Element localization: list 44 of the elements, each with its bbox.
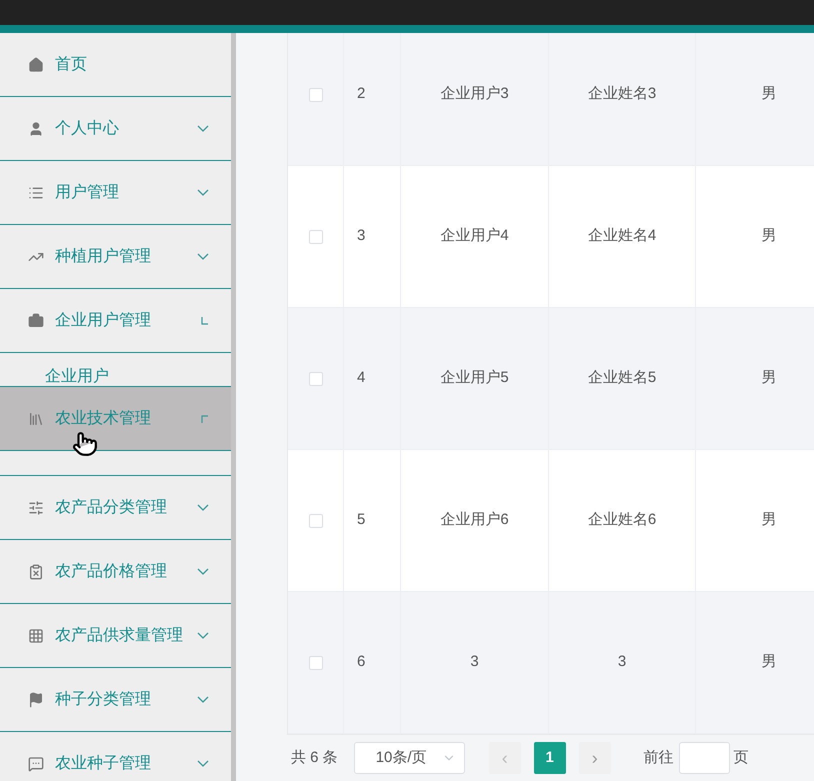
row-checkbox[interactable] xyxy=(308,230,322,244)
table-cell-text: 男 xyxy=(762,652,776,672)
table-cell-text: 企业用户3 xyxy=(440,84,509,104)
submenu-item[interactable]: 企业用户 xyxy=(45,368,109,386)
total-count: 共 6 条 xyxy=(291,748,338,768)
table-cell-text: 3 xyxy=(357,226,366,246)
grid-icon xyxy=(28,628,44,644)
row-checkbox[interactable] xyxy=(308,514,322,528)
flag-icon xyxy=(28,692,44,708)
table-cell-text: 男 xyxy=(762,226,776,246)
table-cell-text: 男 xyxy=(762,368,776,388)
page-button[interactable]: 1 xyxy=(534,742,566,774)
row-checkbox[interactable] xyxy=(308,372,322,386)
table-cell-text: 男 xyxy=(762,510,776,530)
table-cell-text: 4 xyxy=(357,368,366,388)
sliders-icon xyxy=(28,500,44,516)
list-icon xyxy=(28,184,44,200)
goto-suffix: 页 xyxy=(734,748,749,768)
row-checkbox[interactable] xyxy=(308,656,322,670)
home-icon xyxy=(28,56,44,72)
table-cell-text: 6 xyxy=(357,652,366,672)
table-cell-text: 企业姓名6 xyxy=(588,510,656,530)
table-cell-text: 企业用户5 xyxy=(440,368,509,388)
row-checkbox[interactable] xyxy=(308,88,322,102)
table-cell-text: 企业姓名3 xyxy=(588,84,656,104)
clipboard-icon xyxy=(28,564,44,580)
table-cell-text: 企业用户4 xyxy=(440,226,509,246)
table-cell-text: 企业姓名4 xyxy=(588,226,656,246)
user-icon xyxy=(28,120,44,136)
table-cell-text: 2 xyxy=(357,84,366,104)
table-cell-text: 企业姓名5 xyxy=(588,368,656,388)
next-page-button[interactable]: › xyxy=(578,742,611,774)
goto-page-field[interactable] xyxy=(678,742,730,774)
briefcase-icon xyxy=(28,312,44,328)
page-size-select[interactable]: 10条/页 xyxy=(354,742,465,774)
table-cell-text: 3 xyxy=(470,652,479,672)
goto-label: 前往 xyxy=(644,748,674,768)
table-cell-text: 5 xyxy=(357,510,366,530)
cursor-icon xyxy=(72,431,98,457)
table-cell-text: 企业用户6 xyxy=(440,510,509,530)
chat-icon xyxy=(28,756,44,772)
book-icon xyxy=(28,410,44,426)
table-cell-text: 男 xyxy=(762,84,776,104)
table-cell-text: 3 xyxy=(618,652,626,672)
